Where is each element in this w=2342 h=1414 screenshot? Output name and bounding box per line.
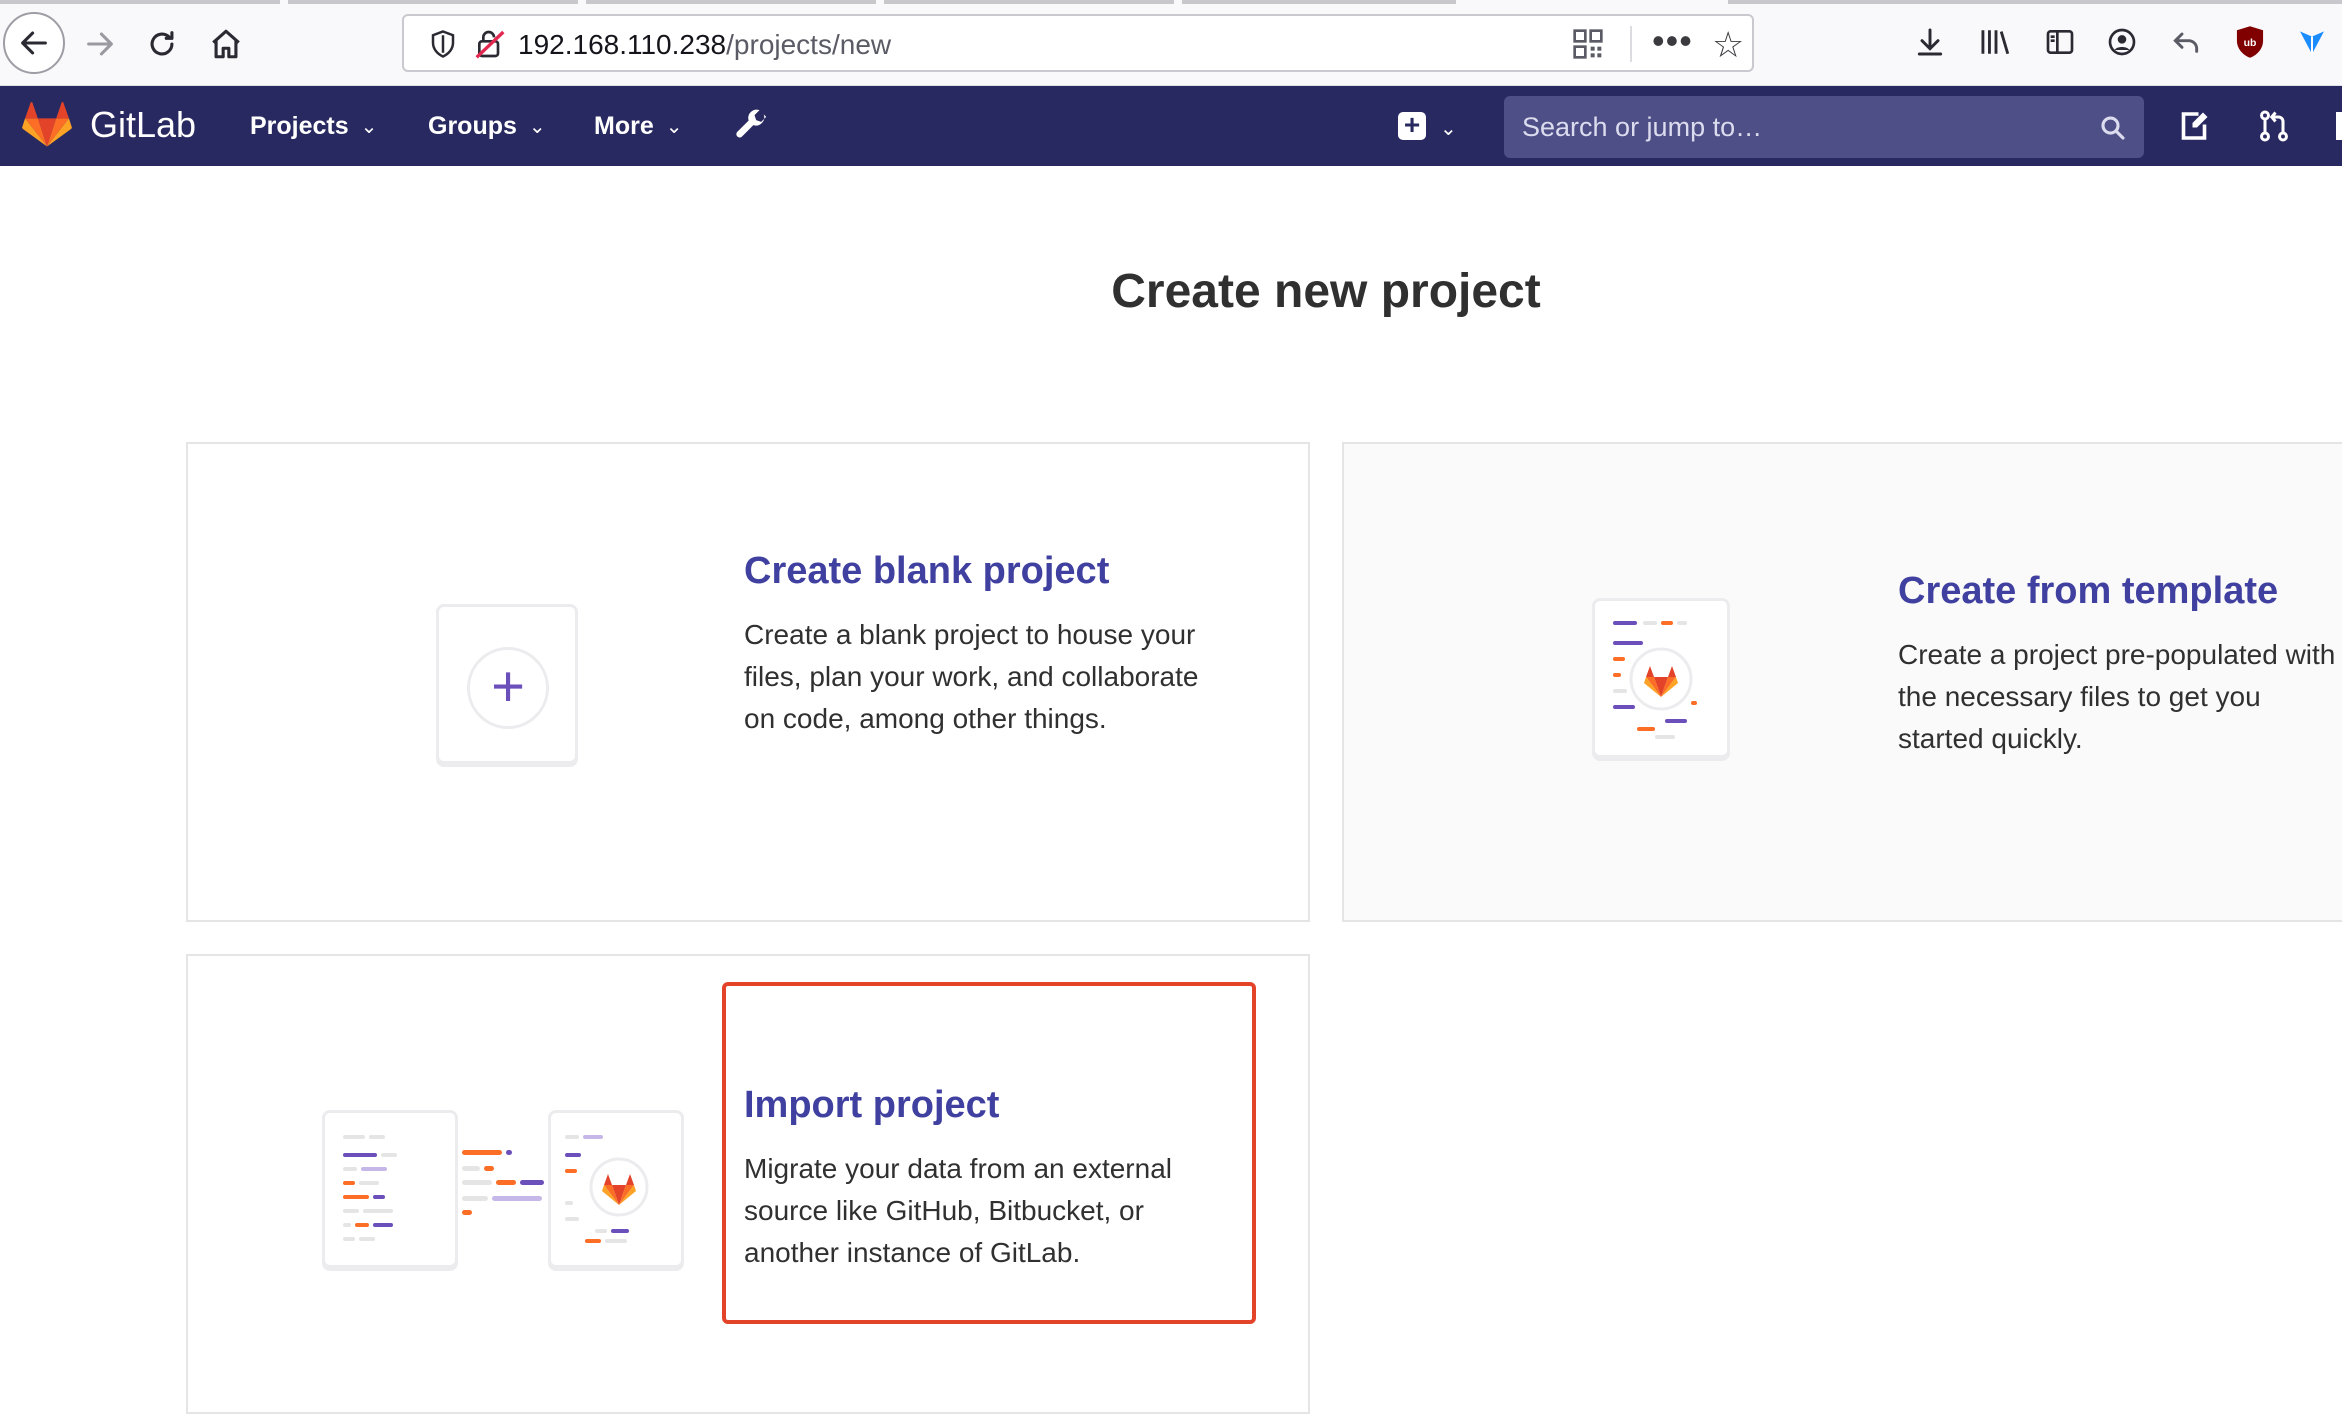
chevron-down-icon[interactable]: ⌄ — [1440, 116, 1457, 141]
qr-code-icon[interactable] — [1572, 28, 1604, 60]
undo-icon[interactable] — [2166, 22, 2206, 62]
reload-button[interactable] — [132, 14, 192, 74]
library-icon[interactable] — [1976, 22, 2016, 62]
account-icon[interactable] — [2102, 22, 2142, 62]
browser-toolbar: 192.168.110.238/projects/new ••• ☆ ub — [0, 0, 2342, 86]
template-illustration — [1592, 598, 1730, 758]
svg-text:ub: ub — [2244, 38, 2257, 49]
issues-todo-icon[interactable] — [2176, 108, 2212, 144]
chevron-down-icon: ⌄ — [360, 116, 378, 138]
create-blank-project-card[interactable]: + Create blank project Create a blank pr… — [186, 442, 1310, 922]
template-code-icon — [1613, 621, 1697, 739]
url-text[interactable]: 192.168.110.238/projects/new — [518, 29, 891, 61]
nav-projects-label: Projects — [250, 112, 349, 140]
create-blank-project-description: Create a blank project to house your fil… — [744, 619, 1199, 734]
home-icon — [212, 29, 240, 59]
extension-icon[interactable] — [2292, 22, 2332, 62]
chevron-down-icon: ⌄ — [528, 116, 546, 138]
forward-button[interactable] — [70, 14, 130, 74]
import-gitlab-illustration — [548, 1110, 684, 1268]
search-input[interactable] — [1522, 106, 2082, 148]
url-bar[interactable]: 192.168.110.238/projects/new ••• ☆ — [402, 14, 1754, 72]
arrow-left-icon — [21, 31, 47, 55]
create-from-template-description: Create a project pre-populated with the … — [1898, 639, 2336, 754]
chevron-down-icon: ⌄ — [665, 116, 683, 138]
nav-more-label: More — [594, 112, 654, 140]
home-button[interactable] — [196, 14, 256, 74]
create-from-template-title[interactable]: Create from template — [1898, 570, 2278, 613]
new-item-icon[interactable]: + — [1398, 111, 1426, 140]
nav-groups-dropdown[interactable]: Groups ⌄ — [428, 112, 546, 141]
import-source-illustration — [322, 1110, 458, 1268]
nav-groups-label: Groups — [428, 112, 517, 140]
import-gitlab-icon — [565, 1135, 649, 1243]
tab-strip — [0, 0, 2342, 4]
downloads-icon[interactable] — [1910, 22, 1950, 62]
page-title: Create new project — [1111, 265, 1541, 318]
page-actions-more-icon[interactable]: ••• — [1652, 20, 1693, 62]
admin-wrench-icon[interactable] — [732, 106, 772, 146]
import-code-lines-icon — [343, 1135, 397, 1241]
url-separator — [1630, 26, 1632, 62]
url-host: 192.168.110.238 — [518, 29, 727, 60]
back-button[interactable] — [3, 12, 65, 74]
gitlab-logo-icon[interactable] — [22, 102, 72, 148]
nav-projects-dropdown[interactable]: Projects ⌄ — [250, 112, 377, 141]
nav-more-dropdown[interactable]: More ⌄ — [594, 112, 683, 141]
create-blank-project-title[interactable]: Create blank project — [744, 550, 1109, 593]
insecure-lock-icon[interactable] — [474, 28, 506, 60]
url-path: /projects/new — [726, 29, 892, 60]
create-from-template-card[interactable]: Create from template Create a project pr… — [1342, 442, 2342, 922]
sidebar-icon[interactable] — [2040, 22, 2080, 62]
search-icon — [2101, 116, 2125, 140]
reload-icon — [150, 31, 174, 56]
arrow-right-icon — [87, 32, 113, 56]
tracking-shield-icon[interactable] — [428, 28, 458, 60]
overflow-nav-edge — [2336, 112, 2342, 140]
merge-request-icon[interactable] — [2256, 108, 2292, 144]
gitlab-navbar: GitLab Projects ⌄ Groups ⌄ More ⌄ + ⌄ — [0, 86, 2342, 166]
search-box[interactable] — [1504, 96, 2144, 158]
plus-icon: + — [467, 647, 549, 729]
import-highlight-frame — [722, 982, 1256, 1324]
gitlab-brand-name[interactable]: GitLab — [90, 104, 196, 146]
bookmark-star-icon[interactable]: ☆ — [1712, 24, 1744, 66]
ublock-shield-icon[interactable]: ub — [2230, 22, 2270, 62]
blank-project-illustration: + — [436, 604, 578, 764]
